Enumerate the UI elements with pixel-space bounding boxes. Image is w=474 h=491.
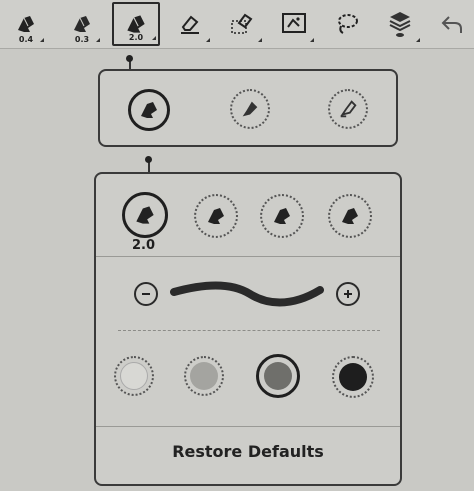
restore-defaults-button[interactable]: Restore Defaults xyxy=(96,442,400,461)
brush-size-icon xyxy=(208,208,224,224)
toolbar-divider xyxy=(0,48,474,49)
color-option-3[interactable] xyxy=(256,354,300,398)
size-option-3[interactable] xyxy=(260,194,304,238)
pen-icon xyxy=(18,16,34,32)
color-option-2[interactable] xyxy=(184,356,224,396)
color-option-4[interactable] xyxy=(332,356,374,398)
brush-size-icon xyxy=(274,208,290,224)
eraser-tool[interactable] xyxy=(168,2,212,46)
pen-tool-0-4[interactable]: 0.4 xyxy=(6,2,46,46)
toolbar: 0.4 0.3 2.0 xyxy=(0,0,474,48)
pen-settings-panel: 2.0 Restore Defaults xyxy=(94,172,402,486)
increase-thickness-button[interactable] xyxy=(336,282,360,306)
brush-pen-icon xyxy=(141,102,157,118)
section-divider xyxy=(96,426,400,427)
dropdown-caret-icon xyxy=(96,38,100,42)
area-eraser-icon xyxy=(231,13,253,34)
minus-icon xyxy=(142,293,150,295)
color-swatch xyxy=(264,362,292,390)
undo-tool[interactable] xyxy=(434,2,470,46)
panel-pointer-dot xyxy=(145,156,152,163)
size-option-2[interactable] xyxy=(194,194,238,238)
pen-tool-0-3[interactable]: 0.3 xyxy=(62,2,102,46)
stroke-preview xyxy=(170,281,324,307)
pen-type-panel xyxy=(98,69,398,147)
dropdown-caret-icon xyxy=(40,38,44,42)
area-eraser-tool[interactable] xyxy=(220,2,264,46)
pen-tool-2-0[interactable]: 2.0 xyxy=(112,2,160,46)
pen-icon xyxy=(74,16,90,32)
pen-size-label: 0.4 xyxy=(18,35,34,44)
size-option-4[interactable] xyxy=(328,194,372,238)
pen-type-brush[interactable] xyxy=(128,89,170,131)
pen-size-label: 0.3 xyxy=(74,35,90,44)
dropdown-caret-icon xyxy=(310,38,314,42)
plus-icon xyxy=(344,290,352,298)
color-option-1[interactable] xyxy=(114,356,154,396)
pen-size-label: 2.0 xyxy=(128,33,144,42)
layers-icon xyxy=(389,12,411,37)
section-divider xyxy=(118,330,380,331)
dropdown-caret-icon xyxy=(152,36,156,40)
pen-type-marker[interactable] xyxy=(230,89,270,129)
color-swatch xyxy=(120,362,148,390)
highlighter-pen-icon xyxy=(340,100,357,118)
color-swatch xyxy=(190,362,218,390)
image-select-icon xyxy=(282,13,306,33)
marker-pen-icon xyxy=(242,101,258,117)
panel-pointer-dot xyxy=(126,55,133,62)
section-divider xyxy=(96,256,400,257)
decrease-thickness-button[interactable] xyxy=(134,282,158,306)
lasso-tool[interactable] xyxy=(326,2,368,46)
brush-size-icon xyxy=(136,206,154,224)
undo-icon xyxy=(441,16,462,33)
dropdown-caret-icon xyxy=(206,38,210,42)
color-swatch xyxy=(339,363,367,391)
lasso-icon xyxy=(338,14,358,34)
size-option-1[interactable] xyxy=(122,192,168,238)
eraser-icon xyxy=(181,15,199,34)
select-image-tool[interactable] xyxy=(272,2,316,46)
dropdown-caret-icon xyxy=(416,38,420,42)
pen-type-highlighter[interactable] xyxy=(328,89,368,129)
selected-size-label: 2.0 xyxy=(132,238,156,253)
dropdown-caret-icon xyxy=(258,38,262,42)
brush-size-icon xyxy=(342,208,358,224)
layers-tool[interactable] xyxy=(378,2,422,46)
